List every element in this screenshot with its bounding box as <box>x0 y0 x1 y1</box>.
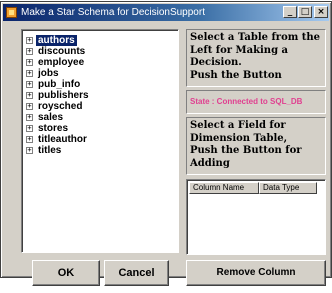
tree-item-titleauthor[interactable]: + titleauthor <box>26 134 89 145</box>
expand-icon[interactable]: + <box>26 136 33 143</box>
tree-item-jobs[interactable]: + jobs <box>26 68 61 79</box>
instruction-line: Decision. <box>190 57 242 68</box>
expand-icon[interactable]: + <box>26 147 33 154</box>
expand-icon[interactable]: + <box>26 81 33 88</box>
tree-item-label: employee <box>38 57 85 68</box>
tree-item-label: authors <box>36 35 77 46</box>
instruction-line: Push the Button for <box>190 145 302 156</box>
tree-item-publishers[interactable]: + publishers <box>26 90 91 101</box>
column-header-name[interactable]: Column Name <box>189 182 259 194</box>
tree-item-pub-info[interactable]: + pub_info <box>26 79 82 90</box>
column-header-type[interactable]: Data Type <box>259 182 317 194</box>
expand-icon[interactable]: + <box>26 48 33 55</box>
tree-item-label: publishers <box>38 90 89 101</box>
tree-item-label: discounts <box>38 46 86 57</box>
table-instructions: Select a Table from the Left for Making … <box>186 29 326 87</box>
instruction-line: Select a Table from the <box>190 32 321 43</box>
tree-item-titles[interactable]: + titles <box>26 145 63 156</box>
tree-item-label: roysched <box>38 101 83 112</box>
tables-tree[interactable]: + authors + discounts + employee + jobs + pub… <box>21 29 179 253</box>
window-title: Make a Star Schema for DecisionSupport <box>21 7 205 18</box>
expand-icon[interactable]: + <box>26 70 33 77</box>
tree-item-roysched[interactable]: + roysched <box>26 101 84 112</box>
instruction-line: Dimension Table, <box>190 132 288 144</box>
instruction-line: Left for Making a <box>190 44 289 56</box>
expand-icon[interactable]: + <box>26 59 33 66</box>
tree-item-sales[interactable]: + sales <box>26 112 65 123</box>
star-schema-dialog: Make a Star Schema for DecisionSupport _… <box>0 1 332 286</box>
tree-item-employee[interactable]: + employee <box>26 57 86 68</box>
app-icon <box>6 7 17 18</box>
tree-item-discounts[interactable]: + discounts <box>26 46 87 57</box>
instruction-line: Adding <box>190 157 230 169</box>
field-instructions: Select a Field for Dimension Table, Push… <box>186 117 326 175</box>
expand-icon[interactable]: + <box>26 114 33 121</box>
expand-icon[interactable]: + <box>26 125 33 132</box>
instruction-line: Push the Button <box>190 69 282 81</box>
expand-icon[interactable]: + <box>26 92 33 99</box>
title-bar[interactable]: Make a Star Schema for DecisionSupport _… <box>3 4 329 21</box>
close-button[interactable]: × <box>314 6 328 18</box>
tree-item-stores[interactable]: + stores <box>26 123 70 134</box>
tree-item-label: titles <box>38 145 62 156</box>
connection-status: State : Connected to SQL_DB <box>186 90 326 114</box>
remove-column-button[interactable]: Remove Column <box>186 260 326 286</box>
tree-item-label: titleauthor <box>38 134 87 145</box>
instruction-line: Select a Field for <box>190 120 286 131</box>
maximize-button[interactable]: □ <box>298 6 312 18</box>
expand-icon[interactable]: + <box>26 37 33 44</box>
tree-item-label: stores <box>38 123 69 134</box>
minimize-button[interactable]: _ <box>283 6 297 18</box>
ok-button[interactable]: OK <box>32 260 100 286</box>
tree-item-label: sales <box>38 112 64 123</box>
cancel-button[interactable]: Cancel <box>104 260 169 286</box>
expand-icon[interactable]: + <box>26 103 33 110</box>
columns-list[interactable]: Column Name Data Type <box>186 179 326 255</box>
tree-item-authors[interactable]: + authors <box>26 35 77 46</box>
tree-item-label: pub_info <box>38 79 81 90</box>
tree-item-label: jobs <box>38 68 59 79</box>
